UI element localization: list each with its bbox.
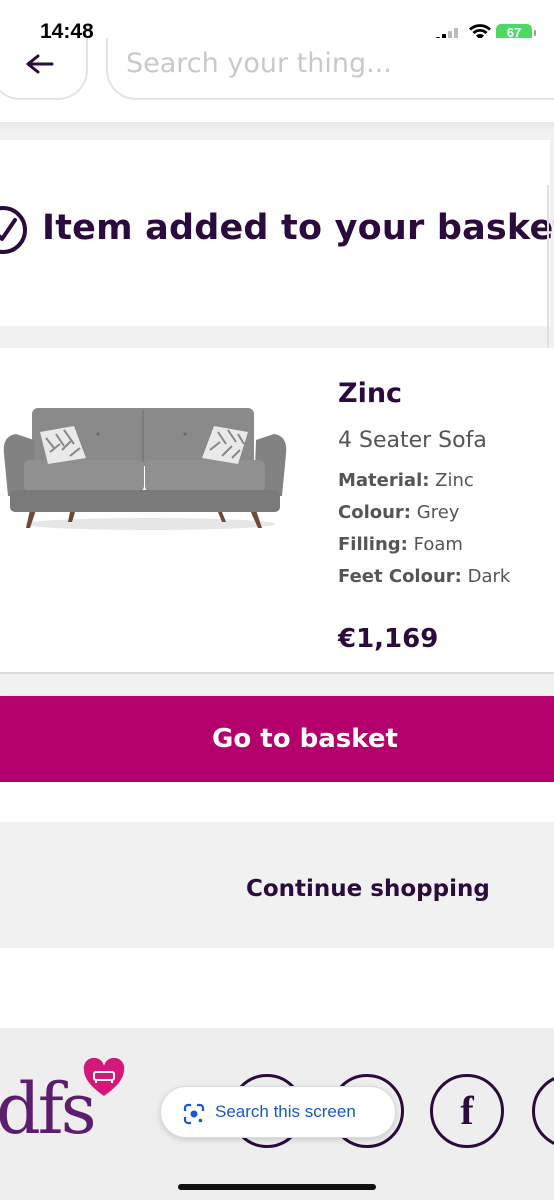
product-price: €1,169: [338, 624, 439, 654]
spec-filling: Filling: Foam: [338, 534, 463, 555]
confirmation-banner: Item added to your basket: [0, 140, 554, 326]
spec-colour: Colour: Grey: [338, 502, 459, 523]
spec-value: Dark: [467, 566, 511, 587]
facebook-link[interactable]: f: [430, 1074, 504, 1148]
back-arrow-icon: [26, 54, 54, 74]
spec-label: Material:: [338, 470, 430, 491]
dfs-logo[interactable]: dfs: [0, 1068, 97, 1150]
social-icon[interactable]: [532, 1074, 554, 1148]
google-lens-icon: [183, 1103, 205, 1125]
home-indicator[interactable]: [178, 1184, 376, 1190]
go-to-basket-button[interactable]: Go to basket: [0, 696, 554, 782]
header-divider: [0, 122, 554, 132]
search-input[interactable]: Search your thing...: [106, 38, 554, 100]
continue-shopping-button[interactable]: Continue shopping: [246, 876, 490, 902]
continue-shopping-area: Continue shopping: [0, 822, 554, 948]
back-button[interactable]: [0, 38, 88, 100]
spec-label: Colour:: [338, 502, 412, 523]
spec-value: Zinc: [435, 470, 474, 491]
confirmation-title: Item added to your basket: [42, 208, 554, 248]
spec-label: Feet Colour:: [338, 566, 462, 587]
search-this-screen-label: Search this screen: [215, 1102, 356, 1121]
spec-value: Foam: [413, 534, 463, 555]
product-name[interactable]: Zinc: [338, 378, 402, 409]
header: Search your thing...: [0, 38, 554, 122]
spacer: [0, 948, 554, 1028]
page: 14:48 67 Search your thing... Item added…: [0, 0, 554, 1200]
search-placeholder: Search your thing...: [126, 48, 392, 79]
facebook-icon: f: [460, 1088, 474, 1133]
check-circle-icon: [0, 206, 27, 254]
product-image: [3, 408, 287, 530]
search-this-screen-button[interactable]: Search this screen: [160, 1086, 396, 1138]
spacer: [0, 782, 554, 822]
product-type: 4 Seater Sofa: [338, 428, 487, 453]
spec-value: Grey: [416, 502, 460, 523]
spec-material: Material: Zinc: [338, 470, 474, 491]
spec-feet-colour: Feet Colour: Dark: [338, 566, 510, 587]
heart-sofa-icon: [83, 1058, 125, 1096]
product-card: Zinc 4 Seater Sofa Material: Zinc Colour…: [0, 348, 554, 674]
spec-label: Filling:: [338, 534, 408, 555]
